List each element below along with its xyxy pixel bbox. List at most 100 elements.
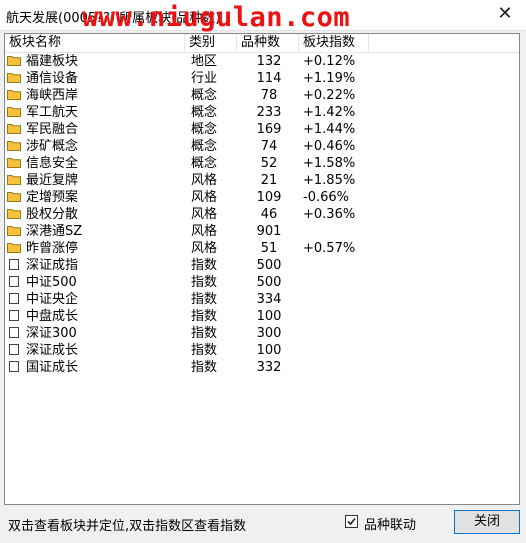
sector-category: 指数	[191, 360, 218, 375]
table-row[interactable]: 军民融合 概念 169 +1.44%	[5, 121, 519, 138]
table-row[interactable]: 中证500 指数 500	[5, 274, 519, 291]
sector-category: 行业	[191, 71, 218, 86]
sector-count: 21	[260, 173, 278, 188]
sector-category: 地区	[191, 54, 218, 69]
title-bar: 航天发展(0005??) 所属板块(品种数) www.niugulan.com …	[0, 0, 526, 33]
table-row[interactable]: 中证央企 指数 334	[5, 291, 519, 308]
table-row[interactable]: 信息安全 概念 52 +1.58%	[5, 155, 519, 172]
sector-name-cell: 海峡西岸	[7, 87, 187, 104]
sector-name: 涉矿概念	[26, 139, 79, 154]
folder-icon	[7, 241, 21, 253]
folder-icon	[7, 190, 21, 202]
document-icon	[7, 360, 21, 372]
link-checkbox-label[interactable]: 品种联动	[364, 514, 416, 533]
sector-name: 福建板块	[26, 54, 79, 69]
checkmark-icon	[347, 517, 356, 526]
sector-index	[303, 291, 373, 308]
document-icon	[7, 258, 21, 270]
header-count[interactable]: 品种数	[237, 34, 299, 52]
sector-category: 风格	[191, 173, 218, 188]
sector-name-cell: 深港通SZ	[7, 223, 187, 240]
folder-icon	[7, 105, 21, 117]
sector-name: 深证成长	[26, 343, 79, 358]
sector-index: +0.12%	[303, 54, 356, 69]
header-sector-name[interactable]: 板块名称	[5, 34, 185, 52]
table-row[interactable]: 昨曾涨停 风格 51 +0.57%	[5, 240, 519, 257]
header-category[interactable]: 类别	[185, 34, 237, 52]
sector-name: 军工航天	[26, 105, 79, 120]
sector-count: 52	[260, 156, 278, 171]
table-row[interactable]: 定增预案 风格 109 -0.66%	[5, 189, 519, 206]
link-checkbox[interactable]	[345, 515, 358, 528]
sector-count: 51	[260, 241, 278, 256]
sector-index: -0.66%	[303, 190, 349, 205]
sector-count: 100	[256, 309, 282, 324]
sector-count: 233	[256, 105, 282, 120]
sector-index	[303, 223, 373, 240]
sector-category: 概念	[191, 156, 218, 171]
table-row[interactable]: 通信设备 行业 114 +1.19%	[5, 70, 519, 87]
table-row[interactable]: 深证成长 指数 100	[5, 342, 519, 359]
sector-index: +1.58%	[303, 156, 356, 171]
sector-category: 概念	[191, 122, 218, 137]
sector-name: 中证500	[26, 275, 77, 290]
folder-icon	[7, 207, 21, 219]
table-row[interactable]: 中盘成长 指数 100	[5, 308, 519, 325]
sector-index	[303, 342, 373, 359]
sector-name: 深港通SZ	[26, 224, 83, 239]
sector-name-cell: 定增预案	[7, 189, 187, 206]
sector-name: 中盘成长	[26, 309, 79, 324]
close-button[interactable]: 关闭	[454, 510, 520, 534]
sector-index	[303, 257, 373, 274]
close-icon[interactable]: ✕	[494, 3, 516, 25]
table-row[interactable]: 军工航天 概念 233 +1.42%	[5, 104, 519, 121]
folder-icon	[7, 71, 21, 83]
sector-name-cell: 通信设备	[7, 70, 187, 87]
sector-count: 901	[256, 224, 282, 239]
sector-name: 信息安全	[26, 156, 79, 171]
sector-name-cell: 深证成长	[7, 342, 187, 359]
document-icon	[7, 326, 21, 338]
sector-index: +0.36%	[303, 207, 356, 222]
folder-icon	[7, 156, 21, 168]
sector-count: 100	[256, 343, 282, 358]
sector-name-cell: 福建板块	[7, 53, 187, 70]
sector-name-cell: 中盘成长	[7, 308, 187, 325]
table-row[interactable]: 海峡西岸 概念 78 +0.22%	[5, 87, 519, 104]
sector-index: +1.19%	[303, 71, 356, 86]
sector-index	[303, 274, 373, 291]
sector-count: 109	[256, 190, 282, 205]
sector-name: 深证成指	[26, 258, 79, 273]
sector-count: 78	[260, 88, 278, 103]
list-rows: 福建板块 地区 132 +0.12% 通信设备 行业 114 +1.19% 海峡西岸 概念 78 +0…	[5, 53, 519, 376]
sector-name: 昨曾涨停	[26, 241, 79, 256]
sector-count: 114	[256, 71, 282, 86]
table-row[interactable]: 福建板块 地区 132 +0.12%	[5, 53, 519, 70]
header-sector-index[interactable]: 板块指数	[299, 34, 369, 52]
sector-category: 指数	[191, 309, 218, 324]
sector-category: 风格	[191, 241, 218, 256]
sector-name: 通信设备	[26, 71, 79, 86]
table-row[interactable]: 股权分散 风格 46 +0.36%	[5, 206, 519, 223]
table-row[interactable]: 涉矿概念 概念 74 +0.46%	[5, 138, 519, 155]
sector-name: 军民融合	[26, 122, 79, 137]
sector-name: 中证央企	[26, 292, 79, 307]
sector-name-cell: 股权分散	[7, 206, 187, 223]
folder-icon	[7, 224, 21, 236]
document-icon	[7, 292, 21, 304]
table-row[interactable]: 深港通SZ 风格 901	[5, 223, 519, 240]
table-row[interactable]: 最近复牌 风格 21 +1.85%	[5, 172, 519, 189]
table-row[interactable]: 国证成长 指数 332	[5, 359, 519, 376]
sector-category: 风格	[191, 207, 218, 222]
folder-icon	[7, 173, 21, 185]
hint-text: 双击查看板块并定位,双击指数区查看指数	[8, 519, 247, 534]
table-row[interactable]: 深证成指 指数 500	[5, 257, 519, 274]
table-row[interactable]: 深证300 指数 300	[5, 325, 519, 342]
sector-list[interactable]: 板块名称 类别 品种数 板块指数 福建板块 地区 132 +0.12% 通信设备 行业 11…	[4, 33, 520, 505]
sector-category: 概念	[191, 88, 218, 103]
folder-icon	[7, 139, 21, 151]
sector-index	[303, 325, 373, 342]
sector-name-cell: 昨曾涨停	[7, 240, 187, 257]
sector-count: 500	[256, 275, 282, 290]
sector-category: 指数	[191, 343, 218, 358]
